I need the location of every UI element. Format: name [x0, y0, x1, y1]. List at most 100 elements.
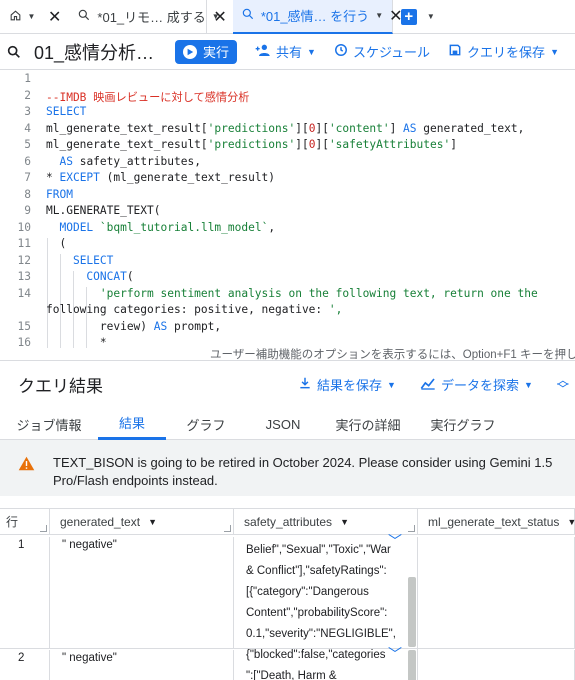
column-header-generated-text[interactable]: generated_text ▼: [50, 509, 234, 535]
tab-bar: ▼ ✕ *01_リモ… 成する ▼ ✕ *01_感情… を行う ▼ ✕ + ▼: [0, 0, 575, 34]
tab-json[interactable]: JSON: [246, 408, 320, 440]
cell-scrollbar[interactable]: [408, 577, 416, 647]
line-number: 2: [24, 88, 31, 102]
explore-label: データを探索: [440, 378, 519, 393]
query-tab-icon: [77, 8, 91, 25]
chevron-down-icon: ▼: [387, 379, 396, 390]
code-text: CONCAT(: [86, 270, 134, 283]
code-line[interactable]: 3 SELECT: [0, 105, 575, 122]
code-line[interactable]: 12 SELECT: [0, 254, 575, 271]
save-query-button[interactable]: クエリを保存 ▼: [448, 42, 559, 61]
save-results-label: 結果を保存: [317, 378, 383, 393]
expand-chevron-icon[interactable]: ﹀: [388, 531, 402, 551]
tab-job-info[interactable]: ジョブ情報: [0, 408, 98, 440]
tab-label: *01_リモ… 成する: [97, 10, 206, 25]
save-icon: [448, 43, 462, 60]
tab-results[interactable]: 結果: [98, 408, 166, 440]
tab-chart[interactable]: グラフ: [166, 408, 246, 440]
schedule-button[interactable]: スケジュール: [334, 42, 430, 61]
line-number: 4: [24, 121, 31, 135]
code-line[interactable]: 14 'perform sentiment analysis on the fo…: [0, 287, 575, 304]
warning-text: TEXT_BISON is going to be retired in Oct…: [53, 455, 553, 488]
line-number: 13: [17, 270, 31, 283]
code-text: SELECT: [46, 105, 87, 118]
code-line[interactable]: following categories: positive, negative…: [0, 303, 575, 320]
expand-chevron-icon[interactable]: ﹀: [388, 644, 402, 664]
code-line[interactable]: 8 FROM: [0, 188, 575, 205]
explore-data-button[interactable]: データを探索 ▼: [420, 375, 533, 394]
chevron-down-icon: ▼: [523, 379, 533, 390]
editor-toolbar: 01_感情分析… 実行 共有 ▼ スケジュール クエリを保存 ▼: [0, 34, 575, 70]
tab-execution-graph[interactable]: 実行グラフ: [416, 408, 510, 440]
chevron-down-icon[interactable]: ▼: [148, 517, 157, 527]
save-query-label: クエリを保存: [467, 45, 546, 60]
results-title: クエリ結果: [18, 377, 103, 396]
code-text: *: [46, 336, 107, 348]
line-number: 5: [24, 138, 31, 151]
code-line[interactable]: 13 CONCAT(: [0, 270, 575, 287]
row-number: 2: [0, 650, 50, 680]
generated-text-cell[interactable]: " negative": [50, 650, 234, 680]
line-number: 8: [24, 187, 31, 201]
code-line[interactable]: 1: [0, 72, 575, 89]
column-header-status[interactable]: ml_generate_text_status ▼: [418, 509, 575, 535]
deprecation-warning: TEXT_BISON is going to be retired in Oct…: [0, 440, 575, 496]
code-line[interactable]: 11 (: [0, 237, 575, 254]
tab-label: *01_感情… を行う: [260, 9, 370, 24]
code-line[interactable]: 4 ml_generate_text_result['predictions'][…: [0, 122, 575, 139]
code-line[interactable]: 15 review) AS prompt,: [0, 320, 575, 337]
generated-text-cell[interactable]: " negative": [50, 537, 234, 649]
line-number: 11: [17, 237, 31, 250]
code-text: FROM: [46, 187, 73, 201]
run-label: 実行: [203, 45, 230, 60]
close-icon[interactable]: ✕: [48, 7, 61, 27]
cell-scrollbar[interactable]: [408, 650, 416, 680]
play-icon: [183, 44, 197, 59]
code-line[interactable]: 2 --IMDB 映画レビューに対して感情分析: [0, 89, 575, 106]
code-text: 'perform sentiment analysis on the follo…: [99, 286, 538, 300]
chevron-down-icon[interactable]: ▼: [375, 11, 383, 20]
code-text: ml_generate_text_result['predictions'][0…: [46, 138, 457, 151]
resize-handle[interactable]: [224, 525, 231, 532]
home-tab[interactable]: ▼: [0, 0, 44, 34]
code-text: following categories: positive, negative…: [46, 303, 343, 316]
line-number: 1: [24, 72, 31, 85]
chevron-down-icon[interactable]: ▼: [427, 12, 435, 21]
row-number: 1: [0, 537, 50, 649]
run-button[interactable]: 実行: [175, 39, 238, 64]
status-cell[interactable]: [418, 537, 575, 649]
tab-query-1[interactable]: *01_リモ… 成する ▼: [69, 0, 220, 34]
chevron-down-icon[interactable]: ▼: [340, 517, 349, 527]
chevron-down-icon[interactable]: ▼: [28, 12, 36, 21]
code-text: --IMDB 映画レビューに対して感情分析: [46, 90, 250, 104]
sql-editor[interactable]: 1 2 --IMDB 映画レビューに対して感情分析 3 SELECT 4 ml_genera…: [0, 70, 575, 348]
chevron-down-icon: ▼: [550, 46, 559, 57]
save-results-button[interactable]: 結果を保存 ▼: [298, 375, 396, 394]
line-number: 14: [17, 286, 31, 300]
add-person-icon: [255, 43, 271, 60]
query-title[interactable]: 01_感情分析…: [34, 39, 169, 65]
resize-handle[interactable]: [40, 525, 47, 532]
code-line[interactable]: 6 AS safety_attributes,: [0, 155, 575, 172]
query-icon: [2, 44, 26, 60]
new-tab-button[interactable]: +: [393, 0, 425, 34]
resize-handle[interactable]: [408, 525, 415, 532]
share-label: 共有: [276, 45, 303, 60]
code-line[interactable]: 9 ML.GENERATE_TEXT(: [0, 204, 575, 221]
code-line[interactable]: 10 MODEL `bqml_tutorial.llm_model`,: [0, 221, 575, 238]
code-line[interactable]: 5 ml_generate_text_result['predictions'][…: [0, 138, 575, 155]
expand-icon[interactable]: ︿ ﹀: [557, 374, 569, 395]
tab-query-2[interactable]: *01_感情… を行う ▼ ✕: [232, 0, 403, 34]
code-text: SELECT: [72, 253, 114, 267]
code-text: AS safety_attributes,: [59, 154, 201, 168]
line-number: 15: [17, 319, 31, 333]
code-line[interactable]: 7 * EXCEPT (ml_generate_text_result): [0, 171, 575, 188]
clock-icon: [334, 43, 348, 60]
tab-execution-details[interactable]: 実行の詳細: [320, 408, 416, 440]
share-button[interactable]: 共有 ▼: [255, 42, 316, 61]
chevron-down-icon[interactable]: ▼: [567, 517, 575, 527]
status-cell[interactable]: [418, 650, 575, 680]
safety-attributes-cell[interactable]: Belief","Sexual","Toxic","War & Conflict…: [234, 537, 418, 649]
results-header: クエリ結果 結果を保存 ▼ データを探索 ▼ ︿ ﹀: [0, 360, 575, 408]
close-icon[interactable]: ✕: [213, 7, 226, 27]
